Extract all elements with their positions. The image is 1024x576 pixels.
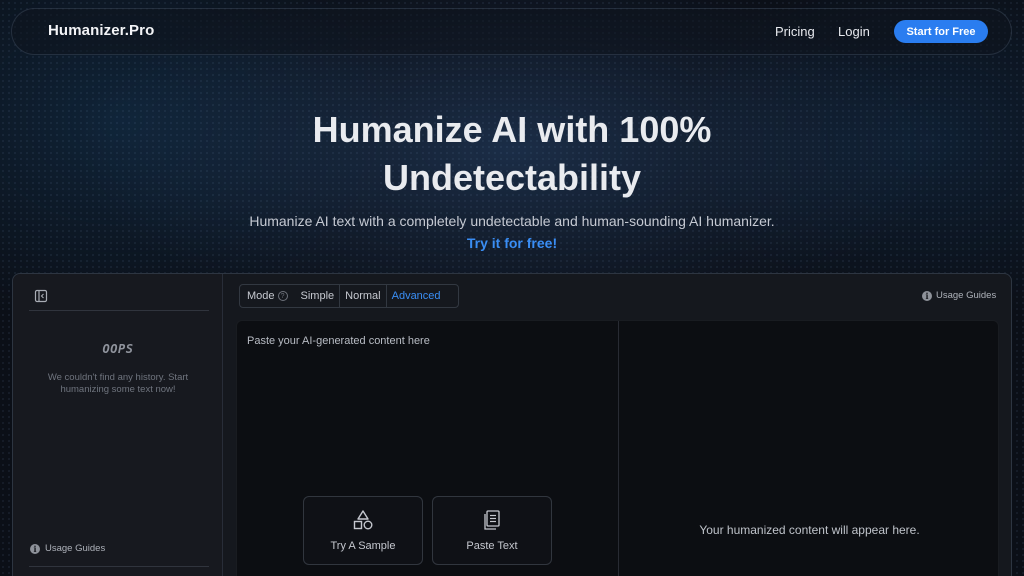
history-sidebar: OOPS We couldn't find any history. Start…: [13, 274, 223, 576]
try-for-free-link[interactable]: Try it for free!: [412, 235, 612, 251]
try-sample-button[interactable]: Try A Sample: [303, 496, 423, 565]
brand-logo[interactable]: Humanizer.Pro: [48, 22, 154, 39]
empty-history-message: We couldn't find any history. Start huma…: [47, 372, 189, 395]
info-icon: i: [922, 290, 932, 301]
mode-option-normal[interactable]: Normal: [339, 285, 385, 307]
sidebar-collapse-icon[interactable]: [34, 289, 48, 303]
output-placeholder: Your humanized content will appear here.: [699, 523, 920, 537]
mode-option-advanced[interactable]: Advanced: [385, 285, 446, 307]
mode-option-simple[interactable]: Simple: [296, 285, 340, 307]
shapes-icon: [353, 510, 373, 530]
ai-content-input[interactable]: [247, 335, 607, 485]
humanizer-app-panel: OOPS We couldn't find any history. Start…: [12, 273, 1012, 576]
start-for-free-button[interactable]: Start for Free: [894, 20, 988, 43]
usage-guides-link[interactable]: i Usage Guides: [922, 290, 996, 301]
sidebar-divider: [29, 310, 209, 311]
hero-title: Humanize AI with 100% Undetectability: [212, 106, 812, 202]
mode-label-text: Mode: [247, 290, 275, 302]
info-icon: i: [30, 543, 40, 554]
usage-guides-label: Usage Guides: [936, 290, 997, 301]
mode-label: Mode ?: [240, 290, 288, 302]
sidebar-usage-guides-link[interactable]: i Usage Guides: [30, 543, 105, 554]
mode-selector: Mode ? Simple Normal Advanced: [239, 284, 459, 308]
nav-pricing-link[interactable]: Pricing: [775, 24, 815, 39]
oops-illustration: OOPS: [102, 342, 134, 356]
top-navbar: Humanizer.Pro Pricing Login Start for Fr…: [11, 8, 1012, 55]
clipboard-icon: [484, 510, 500, 530]
paste-text-label: Paste Text: [466, 540, 518, 552]
paste-text-button[interactable]: Paste Text: [432, 496, 552, 565]
try-sample-label: Try A Sample: [330, 540, 396, 552]
hero-title-line-2: Undetectability: [382, 157, 642, 198]
hero-subtitle: Humanize AI text with a completely undet…: [249, 213, 775, 229]
sidebar-usage-guides-label: Usage Guides: [45, 543, 106, 554]
editor-area: Try A Sample Paste Text Your humanized c…: [236, 320, 999, 576]
nav-login-link[interactable]: Login: [838, 24, 870, 39]
hero-title-line-1: Humanize AI with 100%: [312, 109, 712, 150]
input-pane: Try A Sample Paste Text: [237, 321, 619, 576]
sidebar-bottom-divider: [29, 566, 209, 567]
question-icon[interactable]: ?: [277, 291, 288, 301]
